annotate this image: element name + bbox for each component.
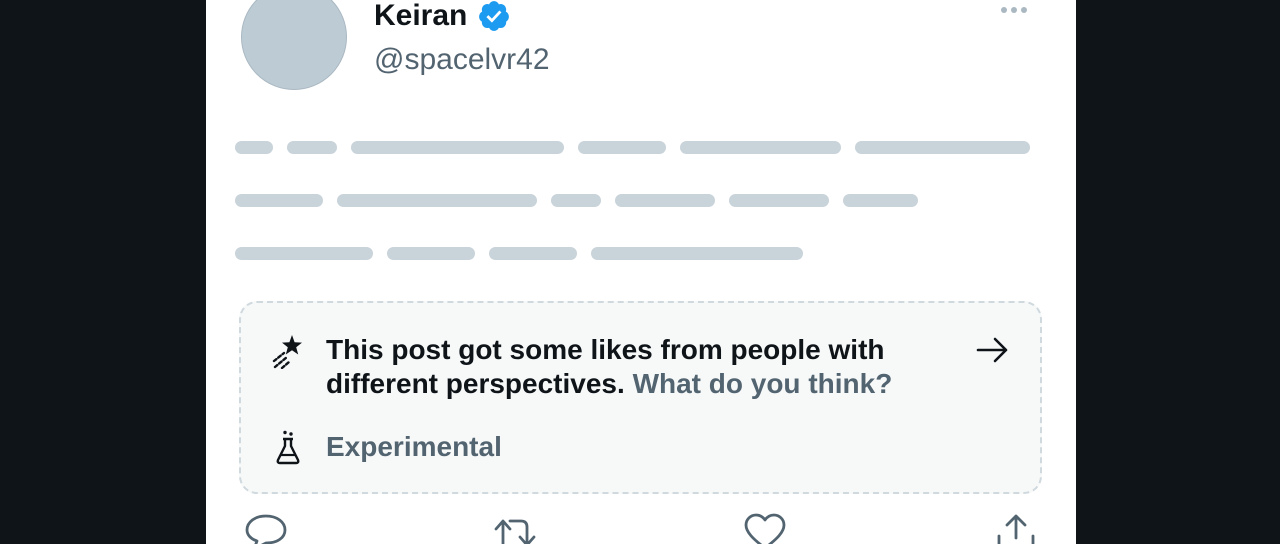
avatar[interactable]: [241, 0, 347, 90]
text-placeholder-bar: [680, 141, 841, 154]
experimental-label: Experimental: [326, 431, 502, 462]
text-placeholder-bar: [337, 194, 537, 207]
author-row: Keiran: [374, 0, 511, 34]
share-icon[interactable]: [994, 510, 1038, 544]
post-card[interactable]: Keiran @spacelvr42 This post got some li…: [206, 0, 1076, 544]
text-placeholder-bar: [551, 194, 601, 207]
author-handle[interactable]: @spacelvr42: [374, 42, 550, 78]
text-placeholder-bar: [235, 141, 273, 154]
arrow-right-icon[interactable]: [975, 335, 1011, 365]
text-placeholder-bar: [591, 247, 803, 260]
verified-badge-icon: [479, 1, 510, 31]
text-placeholder-bar: [578, 141, 666, 154]
text-placeholder-bar: [489, 247, 577, 260]
author-name[interactable]: Keiran: [374, 0, 467, 34]
heart-icon[interactable]: [743, 510, 787, 544]
notice-message: This post got some likes from people wit…: [326, 333, 946, 401]
more-options-icon[interactable]: [999, 0, 1029, 20]
what-do-you-think-link[interactable]: What do you think?: [633, 368, 893, 399]
text-placeholder-bar: [235, 247, 373, 260]
text-placeholder-bar: [351, 141, 564, 154]
text-placeholder-bar: [287, 141, 337, 154]
text-placeholder-bar: [855, 141, 1030, 154]
text-placeholder-bar: [729, 194, 829, 207]
text-placeholder-bar: [387, 247, 475, 260]
text-placeholder-bar: [235, 194, 323, 207]
flask-icon: [276, 430, 300, 465]
text-placeholder-bar: [615, 194, 715, 207]
reply-icon[interactable]: [244, 510, 288, 544]
perspectives-notice[interactable]: This post got some likes from people wit…: [239, 301, 1042, 494]
sparkle-star-icon: [272, 335, 302, 369]
repost-icon[interactable]: [493, 510, 537, 544]
text-placeholder-bar: [843, 194, 918, 207]
